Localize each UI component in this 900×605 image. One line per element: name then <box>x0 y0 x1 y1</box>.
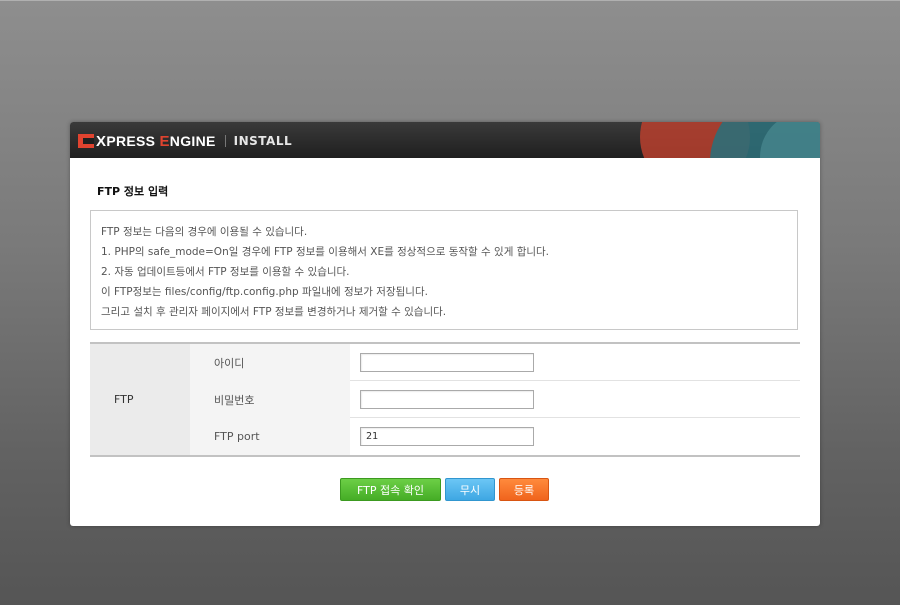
ftp-group-label: FTP <box>90 344 190 455</box>
password-label: 비밀번호 <box>190 381 350 418</box>
dialog-header: XPRESS ENGINE INSTALL <box>70 122 820 158</box>
install-dialog: XPRESS ENGINE INSTALL FTP 정보 입력 FTP 정보는 … <box>70 122 820 526</box>
password-input[interactable] <box>360 390 534 409</box>
info-line: 이 FTP정보는 files/config/ftp.config.php 파일내… <box>101 286 428 298</box>
port-value-cell <box>350 418 800 455</box>
skip-button[interactable]: 무시 <box>445 478 495 501</box>
ftp-form-table: FTP 아이디 비밀번호 FTP port <box>90 342 800 457</box>
logo-text: XPRESS ENGINE <box>96 133 216 150</box>
info-box: FTP 정보는 다음의 경우에 이용될 수 있습니다. 1. PHP의 safe… <box>90 210 798 330</box>
username-label: 아이디 <box>190 344 350 381</box>
button-bar: FTP 접속 확인 무시 등록 <box>70 478 820 502</box>
form-row-username: 아이디 <box>190 344 800 381</box>
register-button[interactable]: 등록 <box>499 478 549 501</box>
port-label: FTP port <box>190 418 350 455</box>
install-label: INSTALL <box>233 134 293 148</box>
section-title: FTP 정보 입력 <box>97 185 169 198</box>
xpress-engine-logo: XPRESS ENGINE INSTALL <box>78 132 292 150</box>
logo-divider <box>224 135 226 147</box>
logo-text-ngine: NGINE <box>169 132 216 149</box>
info-line: 1. PHP의 safe_mode=On일 경우에 FTP 정보를 이용해서 X… <box>101 246 550 258</box>
form-row-port: FTP port <box>190 418 800 455</box>
info-line: 2. 자동 업데이트등에서 FTP 정보를 이용할 수 있습니다. <box>101 266 350 278</box>
password-value-cell <box>350 381 800 418</box>
form-row-password: 비밀번호 <box>190 381 800 418</box>
port-input[interactable] <box>360 427 534 446</box>
ftp-connect-check-button[interactable]: FTP 접속 확인 <box>340 478 441 501</box>
username-input[interactable] <box>360 353 534 372</box>
info-line: 그리고 설치 후 관리자 페이지에서 FTP 정보를 변경하거나 제거할 수 있… <box>101 306 447 318</box>
logo-text-press: PRESS <box>106 132 160 149</box>
logo-text-e: E <box>159 132 170 150</box>
info-line: FTP 정보는 다음의 경우에 이용될 수 있습니다. <box>101 226 308 238</box>
username-value-cell <box>350 344 800 381</box>
logo-mark-icon <box>78 134 94 148</box>
logo-text-x: X <box>96 132 107 150</box>
